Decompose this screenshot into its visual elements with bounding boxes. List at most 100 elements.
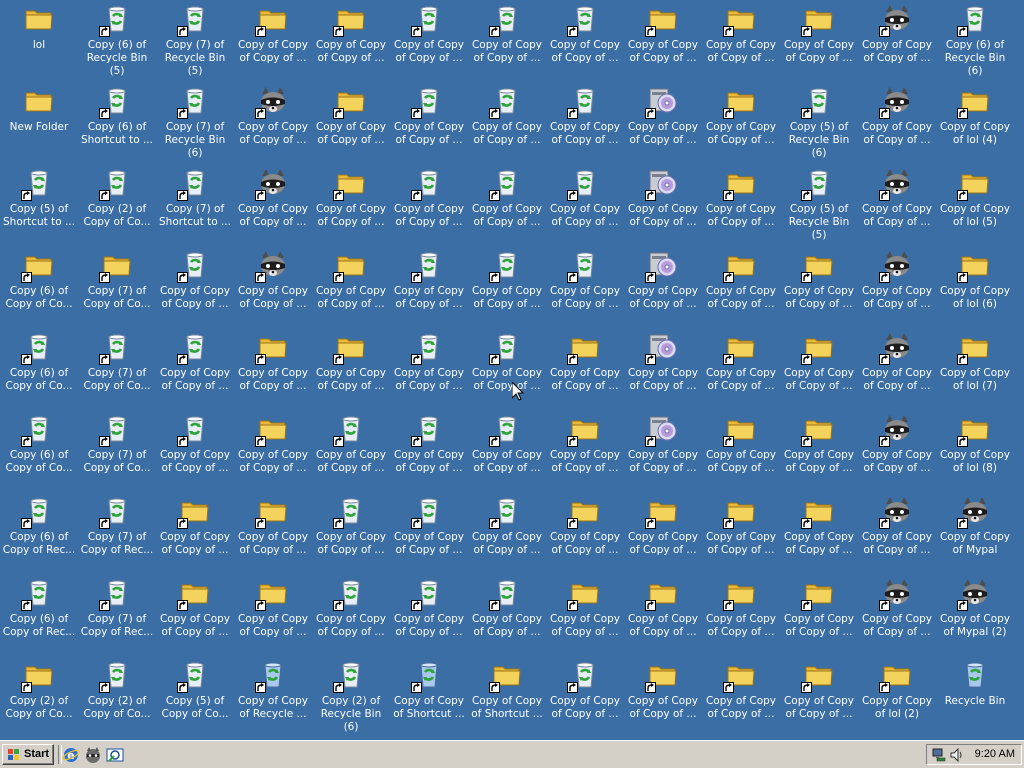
desktop-icon[interactable]: Copy of Copy of Copy of ... <box>546 0 624 82</box>
desktop-icon[interactable]: Copy (5) of Copy of Co... <box>156 656 234 738</box>
desktop-icon[interactable]: Copy of Copy of Copy of ... <box>546 492 624 574</box>
desktop[interactable]: lol New Folder Copy (5) of Shortcut to ...… <box>0 0 1024 740</box>
desktop-icon[interactable]: Copy (6) of Copy of Rec... <box>0 574 78 656</box>
desktop-icon[interactable]: Copy of Copy of Copy of ... <box>312 246 390 328</box>
desktop-icon[interactable]: Copy of Copy of Copy of ... <box>624 410 702 492</box>
desktop-icon[interactable]: Copy of Copy of Copy of ... <box>624 328 702 410</box>
desktop-icon[interactable]: Copy of Copy of Shortcut ... <box>468 656 546 738</box>
network-icon[interactable] <box>931 747 947 763</box>
desktop-icon[interactable]: Copy (7) of Copy of Co... <box>78 328 156 410</box>
desktop-icon[interactable]: Copy of Copy of Copy of ... <box>312 164 390 246</box>
desktop-icon[interactable]: Copy of Copy of Mypal <box>936 492 1014 574</box>
desktop-icon[interactable]: Copy of Copy of Copy of ... <box>546 82 624 164</box>
desktop-icon[interactable]: Copy of Copy of lol (7) <box>936 328 1014 410</box>
desktop-icon[interactable]: Copy (6) of Copy of Rec... <box>0 492 78 574</box>
desktop-icon[interactable]: Copy of Copy of Copy of ... <box>546 656 624 738</box>
desktop-icon[interactable]: Copy of Copy of Copy of ... <box>234 164 312 246</box>
desktop-icon[interactable]: Copy of Copy of Copy of ... <box>468 164 546 246</box>
desktop-icon[interactable]: Copy of Copy of Copy of ... <box>312 82 390 164</box>
desktop-icon[interactable]: Copy of Copy of Copy of ... <box>234 410 312 492</box>
desktop-icon[interactable]: Copy of Copy of Copy of ... <box>702 246 780 328</box>
desktop-icon[interactable]: Copy of Copy of Copy of ... <box>468 82 546 164</box>
desktop-icon[interactable]: Copy of Copy of Copy of ... <box>546 410 624 492</box>
desktop-icon[interactable]: Copy of Copy of Copy of ... <box>156 410 234 492</box>
volume-icon[interactable] <box>949 747 965 763</box>
desktop-icon[interactable]: Copy of Copy of lol (4) <box>936 82 1014 164</box>
desktop-icon[interactable]: Copy of Copy of Copy of ... <box>468 574 546 656</box>
desktop-icon[interactable]: Copy of Copy of Copy of ... <box>390 164 468 246</box>
desktop-icon[interactable]: Copy (6) of Recycle Bin (6) <box>936 0 1014 82</box>
desktop-icon[interactable]: Copy of Copy of Copy of ... <box>390 574 468 656</box>
desktop-icon[interactable]: Copy of Copy of Copy of ... <box>312 492 390 574</box>
desktop-icon[interactable]: Copy of Copy of Copy of ... <box>780 0 858 82</box>
outlook-express-icon[interactable] <box>106 746 124 764</box>
desktop-icon[interactable]: Copy of Copy of lol (5) <box>936 164 1014 246</box>
start-button[interactable]: Start <box>2 744 54 765</box>
desktop-icon[interactable]: Copy of Copy of Copy of ... <box>390 0 468 82</box>
desktop-icon[interactable]: Copy of Copy of Copy of ... <box>468 492 546 574</box>
desktop-icon[interactable]: Copy of Copy of Copy of ... <box>702 656 780 738</box>
desktop-icon[interactable]: Copy of Copy of Copy of ... <box>624 656 702 738</box>
desktop-icon[interactable]: Copy (2) of Copy of Co... <box>0 656 78 738</box>
desktop-icon[interactable]: Copy of Copy of Copy of ... <box>234 0 312 82</box>
desktop-icon[interactable]: Copy of Copy of lol (6) <box>936 246 1014 328</box>
mypal-icon[interactable] <box>84 746 102 764</box>
desktop-icon[interactable]: Copy of Copy of Recycle ... <box>234 656 312 738</box>
desktop-icon[interactable]: Copy of Copy of Copy of ... <box>858 492 936 574</box>
desktop-icon[interactable]: Copy of Copy of Copy of ... <box>546 574 624 656</box>
desktop-icon[interactable]: Copy of Copy of Copy of ... <box>702 0 780 82</box>
desktop-icon[interactable]: Copy of Copy of Copy of ... <box>858 246 936 328</box>
desktop-icon[interactable]: Copy of Copy of Copy of ... <box>234 328 312 410</box>
desktop-icon[interactable]: Copy (5) of Recycle Bin (6) <box>780 82 858 164</box>
desktop-icon[interactable]: Copy of Copy of Copy of ... <box>234 82 312 164</box>
desktop-icon[interactable]: Copy (7) of Copy of Co... <box>78 410 156 492</box>
desktop-icon[interactable]: Copy of Copy of Copy of ... <box>390 492 468 574</box>
desktop-icon[interactable]: Copy (5) of Recycle Bin (5) <box>780 164 858 246</box>
desktop-icon[interactable]: Copy of Copy of Copy of ... <box>312 0 390 82</box>
desktop-icon[interactable]: Copy of Copy of Copy of ... <box>390 410 468 492</box>
desktop-icon[interactable]: Copy of Copy of Copy of ... <box>468 246 546 328</box>
desktop-icon[interactable]: Copy of Copy of lol (8) <box>936 410 1014 492</box>
desktop-icon[interactable]: Copy of Copy of Copy of ... <box>156 574 234 656</box>
desktop-icon[interactable]: Copy (6) of Copy of Co... <box>0 246 78 328</box>
desktop-icon[interactable]: Copy of Copy of Copy of ... <box>156 492 234 574</box>
desktop-icon[interactable]: Copy of Copy of Copy of ... <box>702 410 780 492</box>
desktop-icon[interactable]: Copy of Copy of Copy of ... <box>156 246 234 328</box>
desktop-icon[interactable]: Copy (7) of Copy of Rec... <box>78 492 156 574</box>
desktop-icon[interactable]: Copy (7) of Copy of Rec... <box>78 574 156 656</box>
desktop-icon[interactable]: Copy of Copy of Copy of ... <box>234 246 312 328</box>
desktop-icon[interactable]: Copy of Copy of Copy of ... <box>312 574 390 656</box>
desktop-icon[interactable]: Copy of Copy of Copy of ... <box>780 574 858 656</box>
desktop-icon[interactable]: Copy of Copy of Copy of ... <box>390 246 468 328</box>
desktop-icon[interactable]: Copy (6) of Copy of Co... <box>0 328 78 410</box>
desktop-icon[interactable]: Copy of Copy of Copy of ... <box>468 0 546 82</box>
desktop-icon[interactable]: Copy of Copy of Copy of ... <box>702 574 780 656</box>
desktop-icon[interactable]: Copy of Copy of Copy of ... <box>624 82 702 164</box>
ie-icon[interactable]: e <box>62 746 80 764</box>
desktop-icon[interactable]: Copy (6) of Recycle Bin (5) <box>78 0 156 82</box>
desktop-icon[interactable]: Copy of Copy of Copy of ... <box>858 164 936 246</box>
desktop-icon[interactable]: Copy of Copy of Copy of ... <box>702 164 780 246</box>
desktop-icon[interactable]: Copy of Copy of lol (2) <box>858 656 936 738</box>
desktop-icon[interactable]: Copy of Copy of Copy of ... <box>546 328 624 410</box>
desktop-icon[interactable]: Copy of Copy of Copy of ... <box>624 246 702 328</box>
desktop-icon[interactable]: Copy of Copy of Copy of ... <box>858 574 936 656</box>
desktop-icon[interactable]: Copy of Copy of Copy of ... <box>390 82 468 164</box>
desktop-icon[interactable]: Copy of Copy of Copy of ... <box>156 328 234 410</box>
desktop-icon[interactable]: Copy of Copy of Copy of ... <box>390 328 468 410</box>
desktop-icon[interactable]: Copy (7) of Shortcut to ... <box>156 164 234 246</box>
clock[interactable]: 9:20 AM <box>975 748 1015 760</box>
desktop-icon[interactable]: Copy (7) of Copy of Co... <box>78 246 156 328</box>
desktop-icon[interactable]: Copy of Copy of Copy of ... <box>468 328 546 410</box>
desktop-icon[interactable]: Copy of Copy of Copy of ... <box>780 410 858 492</box>
desktop-icon[interactable]: Copy of Copy of Copy of ... <box>780 492 858 574</box>
desktop-icon[interactable]: Copy of Copy of Copy of ... <box>312 328 390 410</box>
desktop-icon[interactable]: Copy of Copy of Shortcut ... <box>390 656 468 738</box>
desktop-icon[interactable]: Copy of Copy of Copy of ... <box>312 410 390 492</box>
desktop-icon[interactable]: lol <box>0 0 78 82</box>
desktop-icon[interactable]: Copy of Copy of Copy of ... <box>468 410 546 492</box>
desktop-icon[interactable]: Copy of Copy of Copy of ... <box>702 492 780 574</box>
desktop-icon[interactable]: Copy of Copy of Copy of ... <box>858 410 936 492</box>
desktop-icon[interactable]: Copy of Copy of Copy of ... <box>780 656 858 738</box>
desktop-icon[interactable]: Copy of Copy of Copy of ... <box>780 246 858 328</box>
